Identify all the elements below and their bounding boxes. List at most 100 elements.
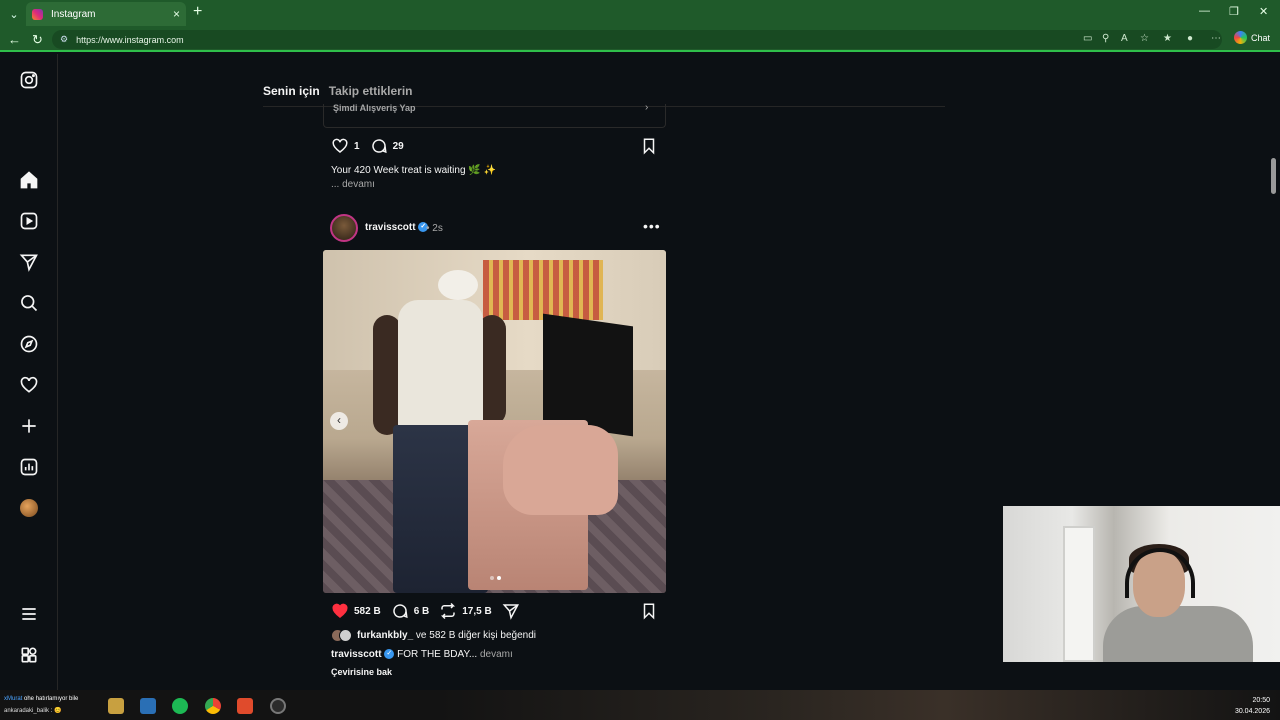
post-caption: travisscott ✓ FOR THE BDAY... devamı xyxy=(331,649,513,660)
chat-label: Chat xyxy=(1251,32,1271,43)
read-aloud-icon[interactable]: A xyxy=(1121,33,1128,44)
photo-arm-left xyxy=(373,315,401,435)
scrollbar-thumb[interactable] xyxy=(1271,158,1276,194)
post-username-text[interactable]: travisscott xyxy=(365,222,416,233)
carousel-dot xyxy=(490,576,494,580)
photo-pink-bag xyxy=(503,425,618,515)
spotify-icon[interactable] xyxy=(172,698,188,714)
chat-user-2: ankaradaki_balik xyxy=(4,708,50,714)
brave-icon[interactable] xyxy=(237,698,253,714)
browser-tab[interactable]: Instagram × xyxy=(26,2,186,26)
tab-for-you[interactable]: Senin için xyxy=(263,84,320,98)
favorite-star-icon[interactable]: ☆ xyxy=(1140,33,1149,44)
webcam-door xyxy=(1063,526,1095,662)
system-clock[interactable]: 20:50 30.04.2026 xyxy=(1232,695,1270,717)
like-count: 1 xyxy=(354,140,360,152)
post-actions: 582 B 6 B 17,5 B xyxy=(331,602,520,620)
carousel-previous-button[interactable]: ‹ xyxy=(330,412,348,430)
address-bar[interactable]: ⚙ https://www.instagram.com xyxy=(52,30,1222,49)
zoom-icon[interactable]: ⚲ xyxy=(1102,33,1109,44)
previous-post-caption: Your 420 Week treat is waiting 🌿 ✨ xyxy=(331,165,496,176)
search-icon[interactable] xyxy=(18,292,40,314)
chevron-right-icon: › xyxy=(645,102,649,113)
comment-icon[interactable] xyxy=(370,137,388,155)
post-more-options-icon[interactable]: ••• xyxy=(643,218,661,234)
liked-by-avatars xyxy=(331,629,352,642)
messages-icon[interactable] xyxy=(18,251,40,273)
feed-tabs: Senin için Takip ettiklerin xyxy=(263,84,413,98)
post-comment-count: 6 B xyxy=(413,605,430,617)
like-icon[interactable] xyxy=(331,137,349,155)
tab-title: Instagram xyxy=(51,8,96,20)
photo-cap xyxy=(438,270,478,300)
new-tab-button[interactable]: + xyxy=(193,3,202,21)
refresh-icon[interactable]: ↻ xyxy=(32,32,43,48)
restore-icon[interactable]: ❐ xyxy=(1229,5,1239,18)
comment-count: 29 xyxy=(392,140,404,152)
share-icon[interactable] xyxy=(502,602,520,620)
photo-tank-top xyxy=(398,300,483,430)
also-from-meta-icon[interactable] xyxy=(18,644,40,666)
comment-icon[interactable] xyxy=(391,602,409,620)
file-explorer-icon[interactable] xyxy=(108,698,124,714)
save-icon[interactable] xyxy=(640,602,658,620)
post-author-avatar[interactable] xyxy=(330,214,358,242)
carousel-dot-active xyxy=(497,576,501,580)
chat-message-1: ohe hatırlamıyor bile xyxy=(22,696,79,702)
profile-icon[interactable]: ● xyxy=(1187,33,1193,44)
clock-date: 30.04.2026 xyxy=(1234,708,1270,715)
create-icon[interactable] xyxy=(18,415,40,437)
clock-time: 20:50 xyxy=(1252,697,1270,704)
menu-icon[interactable] xyxy=(18,603,40,625)
home-icon[interactable] xyxy=(18,169,40,191)
favorites-icon[interactable]: ★ xyxy=(1163,33,1172,44)
verified-badge-icon: ✓ xyxy=(384,649,395,660)
site-info-icon[interactable]: ⚙ xyxy=(60,34,68,45)
tab-actions-icon[interactable]: ⌄ xyxy=(2,3,26,25)
instagram-favicon-icon xyxy=(32,8,43,20)
more-options-icon[interactable]: ⋯ xyxy=(1211,33,1221,44)
instagram-logo-icon[interactable] xyxy=(18,69,40,91)
tab-close-icon[interactable]: × xyxy=(173,7,180,21)
app-available-icon[interactable]: ▭ xyxy=(1083,33,1092,44)
profile-avatar[interactable] xyxy=(18,497,40,519)
save-icon[interactable] xyxy=(640,137,658,155)
notifications-icon[interactable] xyxy=(18,374,40,396)
photo-monitor xyxy=(543,313,633,437)
liked-by-username[interactable]: furkankbly_ xyxy=(357,630,413,641)
explore-icon[interactable] xyxy=(18,333,40,355)
chrome-icon[interactable] xyxy=(205,698,221,714)
shop-now-label[interactable]: Şimdi Alışveriş Yap xyxy=(333,103,416,113)
previous-post-actions: 1 29 xyxy=(331,137,414,155)
translate-link[interactable]: Çevirisine bak xyxy=(331,667,392,677)
back-icon[interactable]: ← xyxy=(8,32,21,47)
copilot-chat-button[interactable]: Chat xyxy=(1234,31,1270,44)
minimize-icon[interactable]: — xyxy=(1199,5,1210,17)
liked-by-rest[interactable]: ve 582 B diğer kişi beğendi xyxy=(413,630,536,641)
caption-more-link[interactable]: devamı xyxy=(480,649,513,660)
app-icon[interactable] xyxy=(140,698,156,714)
copilot-icon xyxy=(1234,31,1247,44)
close-window-icon[interactable]: ✕ xyxy=(1259,5,1268,18)
obs-icon[interactable] xyxy=(270,698,286,714)
tab-following[interactable]: Takip ettiklerin xyxy=(329,84,413,98)
carousel-dots xyxy=(490,576,501,580)
url-text: https://www.instagram.com xyxy=(76,34,184,45)
previous-post-more-link[interactable]: ... devamı xyxy=(331,179,375,190)
post-time: • 2s xyxy=(426,223,443,234)
post-like-count[interactable]: 582 B xyxy=(354,606,381,617)
photo-tinsel-decoration xyxy=(483,260,603,320)
photo-person xyxy=(373,270,506,593)
caption-text: FOR THE BDAY... xyxy=(397,649,478,660)
dashboard-icon[interactable] xyxy=(18,456,40,478)
post-username[interactable]: travisscott ✓ xyxy=(365,222,429,233)
repost-icon[interactable] xyxy=(439,602,457,620)
liked-heart-icon[interactable] xyxy=(331,602,349,620)
stream-chat-overlay: xMurat ohe hatırlamıyor bile ankaradaki_… xyxy=(4,693,78,717)
webcam-person-body xyxy=(1103,606,1253,662)
taskbar-background xyxy=(440,690,1280,720)
caption-username[interactable]: travisscott xyxy=(331,649,382,660)
post-repost-count: 17,5 B xyxy=(462,605,492,617)
reels-icon[interactable] xyxy=(18,210,40,232)
post-image[interactable] xyxy=(323,250,666,593)
